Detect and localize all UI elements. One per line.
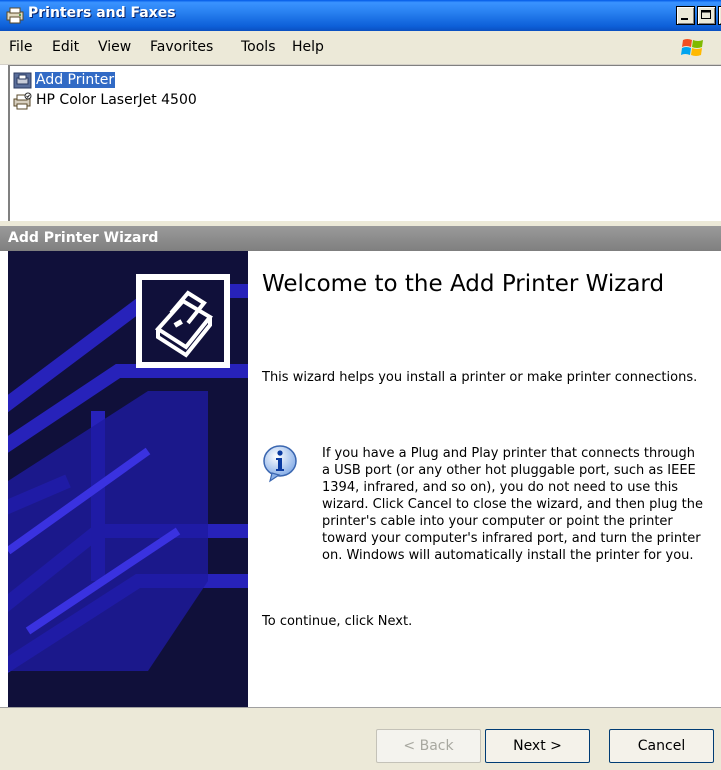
printer-icon <box>13 92 33 110</box>
info-icon <box>260 443 300 483</box>
window-title: Printers and Faxes <box>28 5 176 21</box>
printers-folder-icon <box>6 6 24 24</box>
wizard-heading: Welcome to the Add Printer Wizard <box>262 271 665 297</box>
wizard-printer-art <box>8 251 248 707</box>
add-printer-icon <box>13 72 33 90</box>
maximize-button[interactable] <box>697 6 716 25</box>
printer-list: Add Printer HP Color LaserJet 4500 <box>8 65 721 222</box>
window-titlebar[interactable]: Printers and Faxes <box>0 0 721 31</box>
wizard-content: Welcome to the Add Printer Wizard This w… <box>248 251 721 707</box>
menu-bar: File Edit View Favorites Tools Help <box>0 31 721 65</box>
printer-label: HP Color LaserJet 4500 <box>36 92 197 108</box>
cancel-button[interactable]: Cancel <box>609 729 714 763</box>
minimize-button[interactable] <box>676 6 695 25</box>
wizard-titlebar[interactable]: Add Printer Wizard <box>0 226 721 251</box>
printer-label: Add Printer <box>35 72 116 88</box>
menu-file[interactable]: File <box>9 39 32 55</box>
menu-help[interactable]: Help <box>292 39 324 55</box>
wizard-side-banner <box>8 251 248 707</box>
next-button[interactable]: Next > <box>485 729 590 763</box>
menu-edit[interactable]: Edit <box>52 39 79 55</box>
menu-view[interactable]: View <box>98 39 131 55</box>
windows-logo-icon <box>680 36 706 60</box>
wizard-title: Add Printer Wizard <box>8 230 159 246</box>
menu-favorites[interactable]: Favorites <box>150 39 213 55</box>
wizard-continue-text: To continue, click Next. <box>262 614 413 629</box>
wizard-info-text: If you have a Plug and Play printer that… <box>322 446 703 563</box>
wizard-button-bar: < Back Next > Cancel <box>0 707 721 770</box>
back-button[interactable]: < Back <box>376 729 481 763</box>
menu-tools[interactable]: Tools <box>241 39 276 55</box>
wizard-intro-text: This wizard helps you install a printer … <box>262 370 698 385</box>
